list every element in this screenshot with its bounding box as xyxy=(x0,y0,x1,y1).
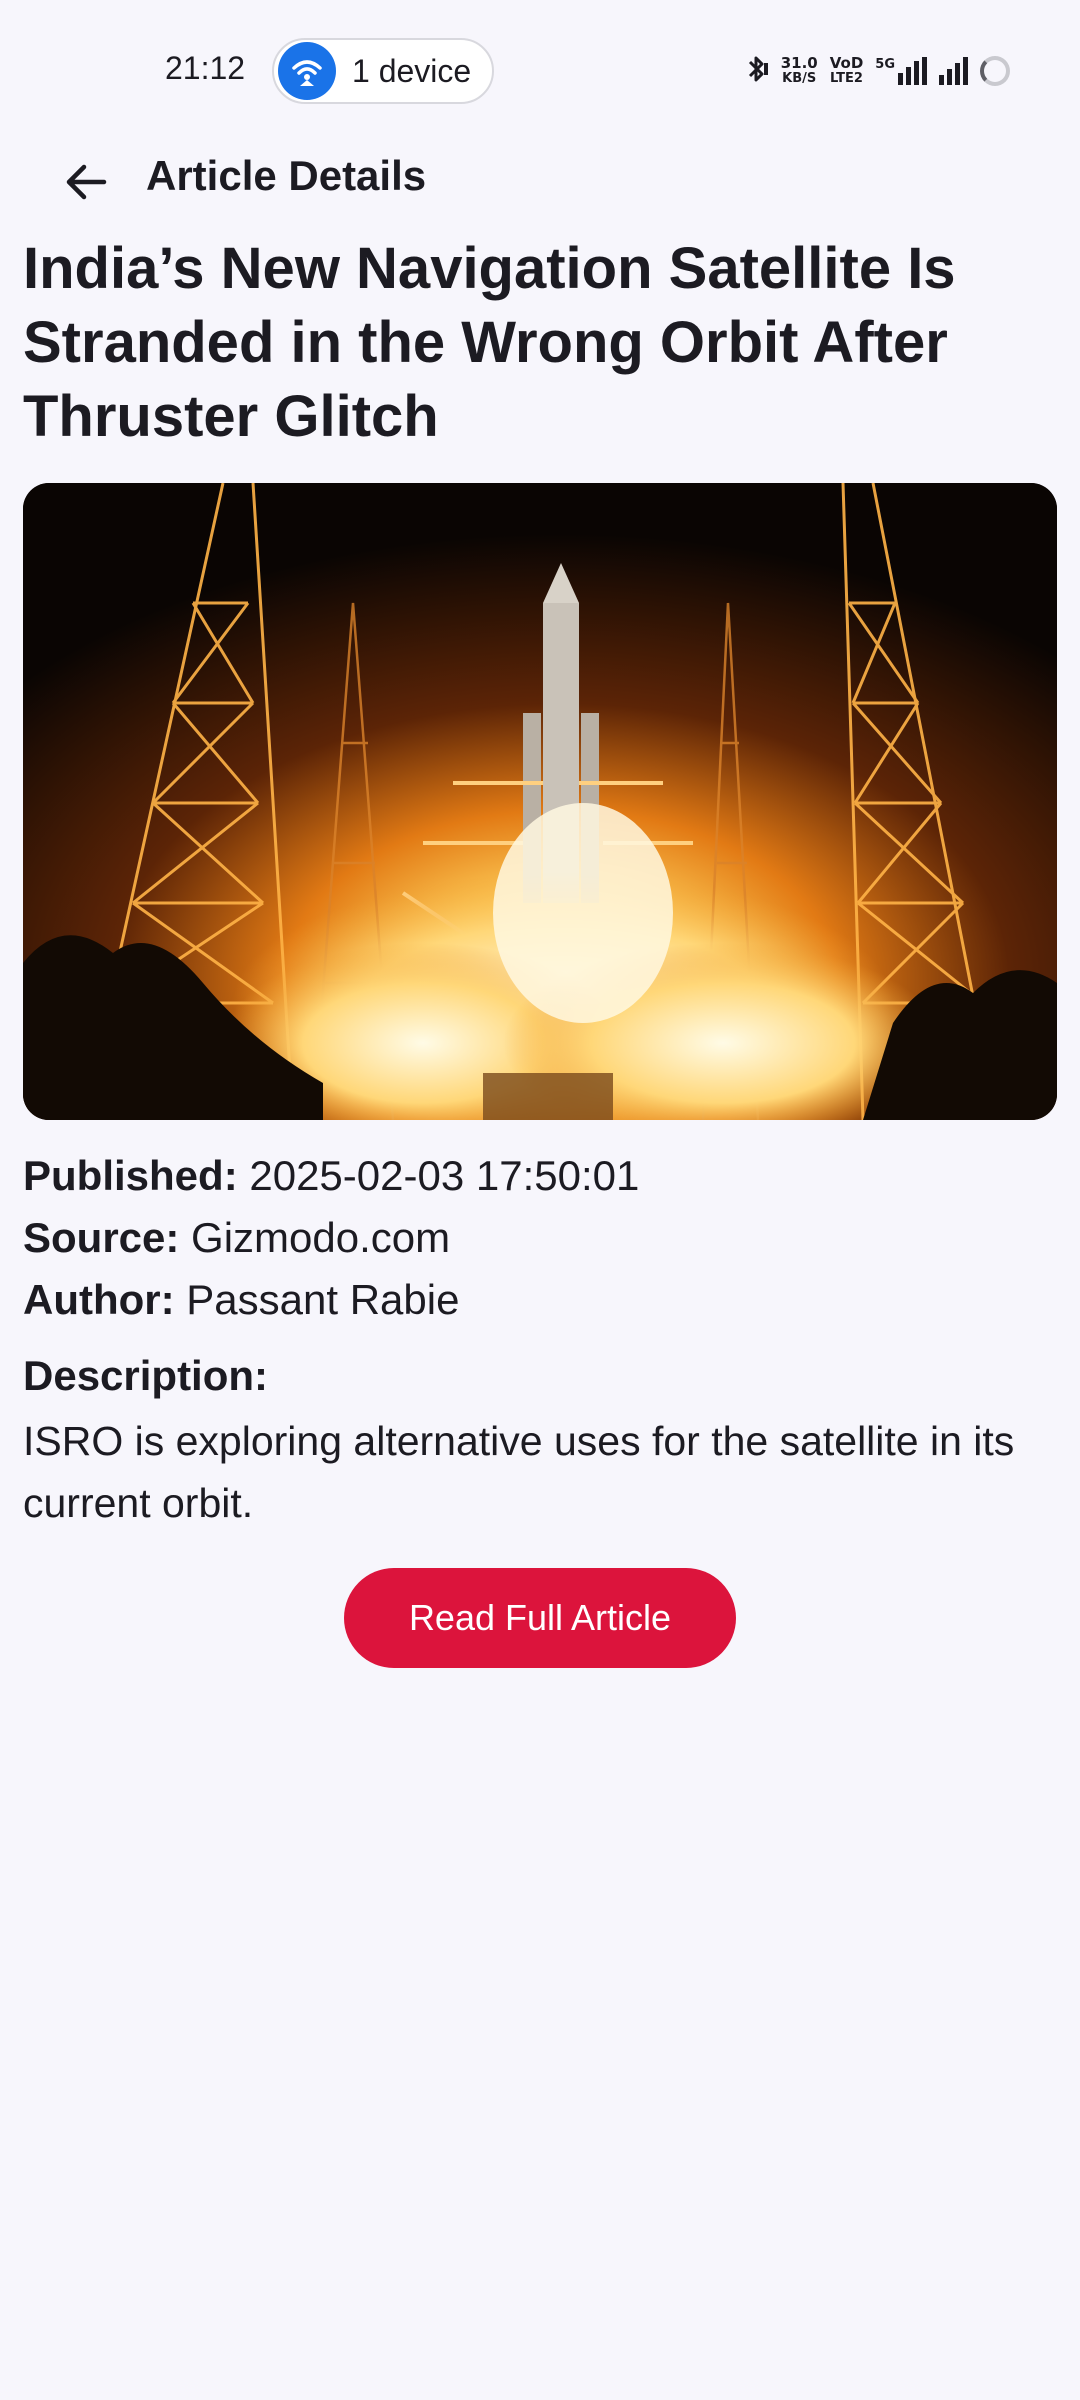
bluetooth-icon xyxy=(745,53,769,90)
arrow-left-icon xyxy=(66,164,107,200)
description-label: Description: xyxy=(23,1352,269,1399)
author-row: Author: Passant Rabie xyxy=(23,1276,1053,1324)
description-text: ISRO is exploring alternative uses for t… xyxy=(23,1418,1015,1526)
loading-spinner-icon xyxy=(980,56,1010,86)
article-image xyxy=(23,483,1057,1120)
signal-5g-icon: 5G xyxy=(875,57,927,85)
net-speed: 31.0 KB/S xyxy=(780,54,818,87)
hotspot-chip[interactable]: 1 device xyxy=(272,38,494,104)
source-row: Source: Gizmodo.com xyxy=(23,1214,1053,1262)
source-value: Gizmodo.com xyxy=(191,1214,451,1261)
status-icons: 31.0 KB/S VoD LTE2 5G xyxy=(745,50,1010,92)
signal-bars-icon xyxy=(939,57,968,85)
article-title: India’s New Navigation Satellite Is Stra… xyxy=(23,236,956,449)
hotspot-label: 1 device xyxy=(352,52,472,89)
wifi-hotspot-icon xyxy=(278,42,336,100)
published-value: 2025-02-03 17:50:01 xyxy=(249,1152,640,1199)
author-value: Passant Rabie xyxy=(186,1276,460,1323)
status-time: 21:12 xyxy=(165,50,246,86)
published-row: Published: 2025-02-03 17:50:01 xyxy=(23,1152,1053,1200)
author-label: Author: xyxy=(23,1276,187,1323)
published-label: Published: xyxy=(23,1152,250,1199)
back-button[interactable] xyxy=(46,142,126,222)
page-title: Article Details xyxy=(146,152,427,199)
read-full-article-button[interactable]: Read Full Article xyxy=(344,1568,736,1668)
status-bar: 21:12 1 device 31.0 KB/S VoD LTE2 5G xyxy=(0,0,1080,142)
volte-indicator: VoD LTE2 xyxy=(829,54,864,87)
source-label: Source: xyxy=(23,1214,192,1261)
